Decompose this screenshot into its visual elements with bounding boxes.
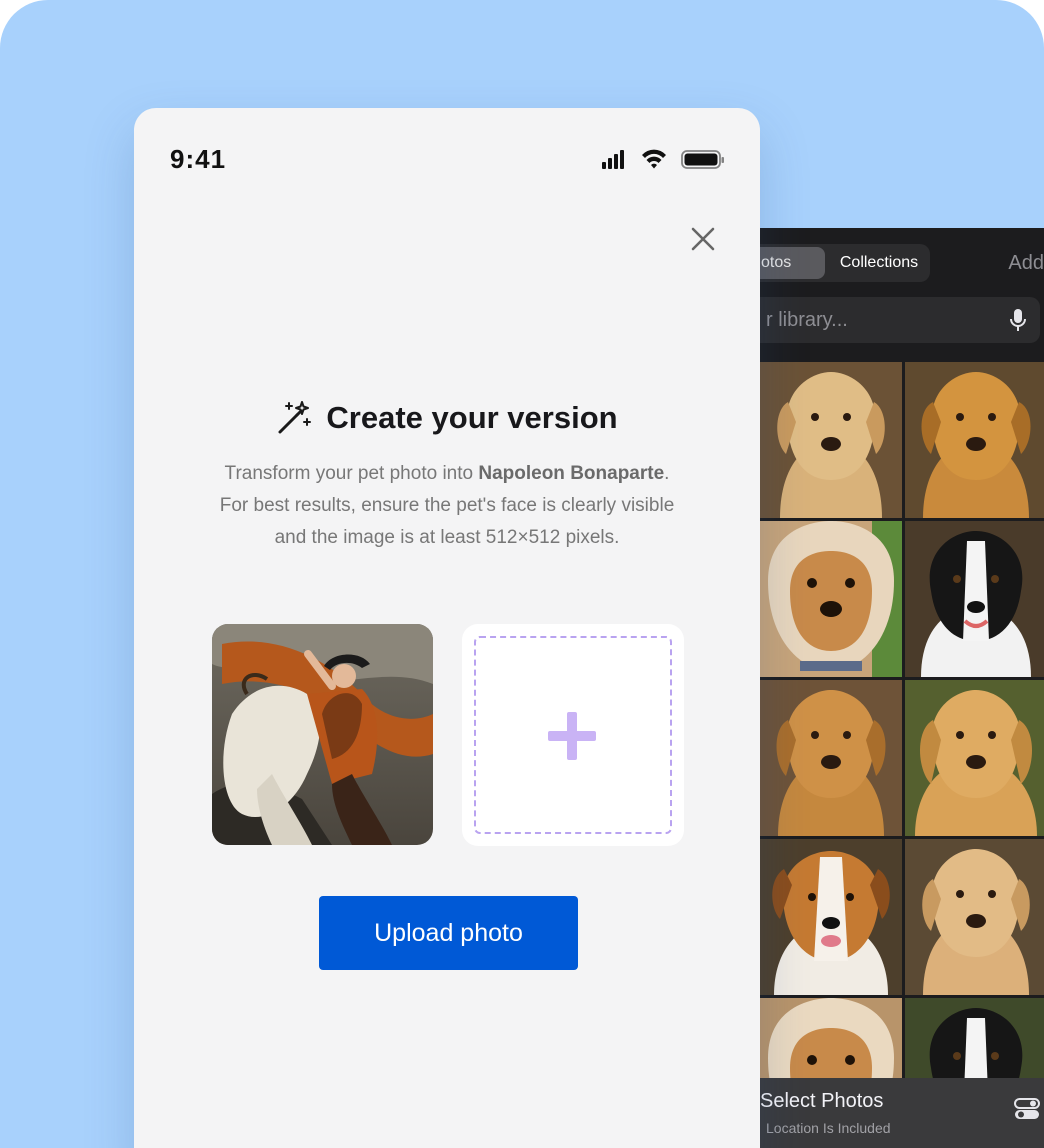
create-version-modal: 9:41 Create your version Transform your … [134, 108, 760, 1148]
modal-description: Transform your pet photo into Napoleon B… [174, 458, 720, 554]
wifi-icon [642, 149, 666, 169]
photo-thumbnail[interactable] [905, 680, 1044, 836]
modal-title: Create your version [326, 400, 618, 435]
microphone-icon[interactable] [1010, 308, 1026, 332]
tab-photos[interactable]: otos [760, 247, 825, 279]
napoleon-reference-image [212, 624, 433, 845]
toggle-icon[interactable] [1014, 1096, 1040, 1122]
photo-picker-screen: otos Collections Add r library... Select… [760, 228, 1044, 1148]
magic-wand-icon [278, 401, 312, 434]
status-icons [602, 149, 724, 169]
library-search-field[interactable]: r library... [760, 297, 1040, 343]
photo-thumbnail[interactable] [905, 362, 1044, 518]
subject-name: Napoleon Bonaparte [478, 463, 665, 484]
select-photos-sheet: Select Photos Location Is Included [760, 1078, 1044, 1148]
description-line-3: and the image is at least 512×512 pixels… [274, 527, 620, 548]
cellular-signal-icon [602, 150, 624, 169]
battery-icon [681, 150, 724, 169]
photo-thumbnail[interactable] [760, 839, 902, 995]
modal-heading: Create your version [134, 400, 760, 441]
photo-thumbnail[interactable] [760, 362, 902, 518]
status-time: 9:41 [170, 144, 227, 174]
promo-canvas: otos Collections Add r library... Select… [0, 0, 1044, 1148]
upload-dropzone[interactable] [462, 624, 684, 846]
search-placeholder: r library... [766, 309, 848, 331]
sheet-subtitle: Location Is Included [766, 1120, 891, 1136]
close-icon[interactable] [686, 222, 720, 256]
upload-photo-button[interactable]: Upload photo [319, 896, 578, 970]
plus-icon[interactable] [548, 712, 596, 760]
photo-thumbnail[interactable] [905, 839, 1044, 995]
tab-collections[interactable]: Collections [830, 247, 928, 279]
photo-thumbnail[interactable] [760, 521, 902, 677]
photo-thumbnail[interactable] [760, 680, 902, 836]
add-button[interactable]: Add [1008, 252, 1044, 275]
sheet-title[interactable]: Select Photos [760, 1090, 883, 1113]
description-line-1: Transform your pet photo into Napoleon B… [224, 463, 670, 484]
segmented-control: otos Collections [760, 244, 930, 282]
photo-thumbnail[interactable] [905, 521, 1044, 677]
description-line-2: For best results, ensure the pet's face … [219, 495, 675, 516]
